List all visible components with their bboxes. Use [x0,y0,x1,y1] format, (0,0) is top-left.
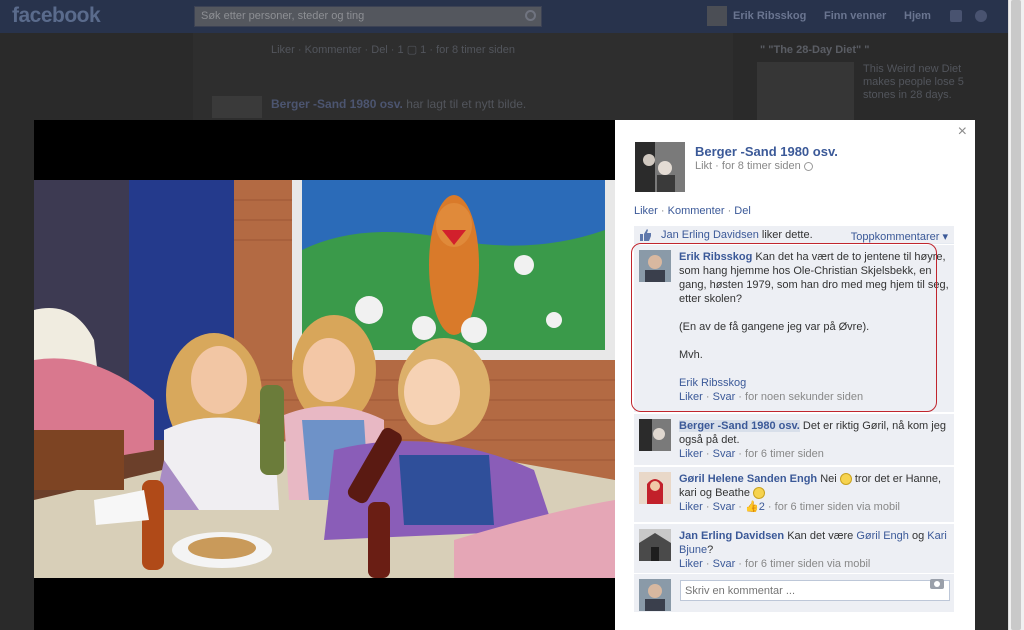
photo-viewer[interactable] [34,120,615,630]
background-post-actions: Liker · Kommenter · Del · 1 ▢ 1 · for 8 … [271,44,515,56]
comment-reply-button[interactable]: Svar [713,391,736,403]
scrollbar-thumb[interactable] [1011,0,1021,630]
comment-text-3: Mvh. [679,349,703,361]
comment-like-button[interactable]: Liker [679,501,703,513]
comment-input-row [634,574,954,612]
comment-time: for 6 timer siden [745,448,824,460]
camera-icon[interactable] [930,579,944,589]
photo-image[interactable] [34,180,615,578]
avatar[interactable] [639,472,671,504]
comment-input[interactable] [680,580,950,601]
comment-time: for noen sekunder siden [745,391,864,403]
liker-name-link[interactable]: Jan Erling Davidsen [661,229,759,241]
comment-like-button[interactable]: Liker [679,448,703,460]
comment-body: Jan Erling Davidsen Kan det være Gøril E… [679,529,949,571]
avatar[interactable] [639,419,671,451]
comment-body: Erik Ribsskog Kan det ha vært de to jent… [679,250,949,404]
commenter-name-link[interactable]: Gøril Helene Sanden Engh [679,473,817,485]
comment-body: Gøril Helene Sanden Engh Nei tror det er… [679,472,949,514]
nav-home: Hjem [904,10,931,22]
close-icon[interactable]: × [958,123,967,141]
comment-meta: Liker · Svar · for noen sekunder siden [679,391,864,403]
search-icon [525,10,536,21]
comment-item: Erik Ribsskog Kan det ha vært de to jent… [634,245,954,413]
comment-item: Berger -Sand 1980 osv. Det er riktig Gør… [634,414,954,466]
comment-time: for 6 timer siden via mobil [774,501,900,513]
comment-signature[interactable]: Erik Ribsskog [679,376,949,390]
avatar [639,579,671,611]
album-thumbnail[interactable] [635,142,685,192]
commenter-name-link[interactable]: Erik Ribsskog [679,251,752,263]
photo-actions: Liker · Kommenter · Del [634,205,751,217]
background-ad-image [757,62,854,120]
comment-text-end: ? [707,544,714,556]
comment-button[interactable]: Kommenter [668,205,725,217]
commenter-name-link[interactable]: Berger -Sand 1980 osv. [679,420,800,432]
comment-likes-count[interactable]: 👍2 [745,501,765,513]
comment-item: Gøril Helene Sanden Engh Nei tror det er… [634,467,954,523]
nav-user: Erik Ribsskog [733,10,807,22]
photo-info-panel: × Berger -Sand 1980 osv. Likt · for 8 ti… [615,120,975,630]
background-ad-title: " "The 28-Day Diet" " [760,44,870,56]
background-album-thumb [212,96,262,118]
top-bar: facebook Søk etter personer, steder og t… [0,0,1008,33]
friend-requests-icon [950,10,962,22]
comment-item: Jan Erling Davidsen Kan det være Gøril E… [634,524,954,574]
avatar[interactable] [639,250,671,282]
likes-summary: Jan Erling Davidsen liker dette. Toppkom… [634,226,954,244]
comment-text: Kan det være [787,530,854,542]
top-comments-dropdown[interactable]: Toppkommentarer ▾ [851,230,948,243]
comment-reply-button[interactable]: Svar [713,501,736,513]
facebook-logo: facebook [12,4,101,27]
comment-meta: Liker · Svar · 👍2 · for 6 timer siden vi… [679,501,900,513]
smiley-icon [753,487,765,500]
thumbs-up-icon: 👍 [745,501,759,513]
album-title-link[interactable]: Berger -Sand 1980 osv. [695,144,838,159]
background-search-input: Søk etter personer, steder og ting [194,6,542,27]
tag-link[interactable]: Gøril Engh [856,530,909,542]
share-button[interactable]: Del [734,205,751,217]
comment-like-button[interactable]: Liker [679,558,703,570]
background-ad-text-1: This Weird new Diet [863,63,962,75]
comment-text-cont: og [911,530,925,542]
nav-find-friends: Finn venner [824,10,887,22]
comment-meta: Liker · Svar · for 6 timer siden [679,448,824,460]
background-ad-text-3: stones in 28 days. [863,89,952,101]
search-placeholder: Søk etter personer, steder og ting [201,10,365,22]
likes-text: Jan Erling Davidsen liker dette. [661,229,813,241]
globe-icon [803,161,813,171]
background-post-header: Berger -Sand 1980 osv. har lagt til et n… [271,97,527,111]
settings-gear-icon [975,10,987,22]
comment-like-button[interactable]: Liker [679,391,703,403]
thumbs-up-icon [640,229,651,241]
commenter-name-link[interactable]: Jan Erling Davidsen [679,530,784,542]
comment-time: for 6 timer siden via mobil [745,558,871,570]
smiley-icon [839,473,852,486]
comment-text-2: (En av de få gangene jeg var på Øvre). [679,321,870,333]
album-thumbnail-image [635,142,685,192]
comment-reply-button[interactable]: Svar [713,558,736,570]
album-meta: Likt · for 8 timer siden [695,160,813,172]
comment-meta: Liker · Svar · for 6 timer siden via mob… [679,558,871,570]
comment-text: Nei [820,473,837,485]
comment-body: Berger -Sand 1980 osv. Det er riktig Gør… [679,419,949,461]
user-avatar [707,6,727,26]
avatar[interactable] [639,529,671,561]
background-ad-text-2: makes people lose 5 [863,76,964,88]
comment-reply-button[interactable]: Svar [713,448,736,460]
like-button[interactable]: Liker [634,205,658,217]
